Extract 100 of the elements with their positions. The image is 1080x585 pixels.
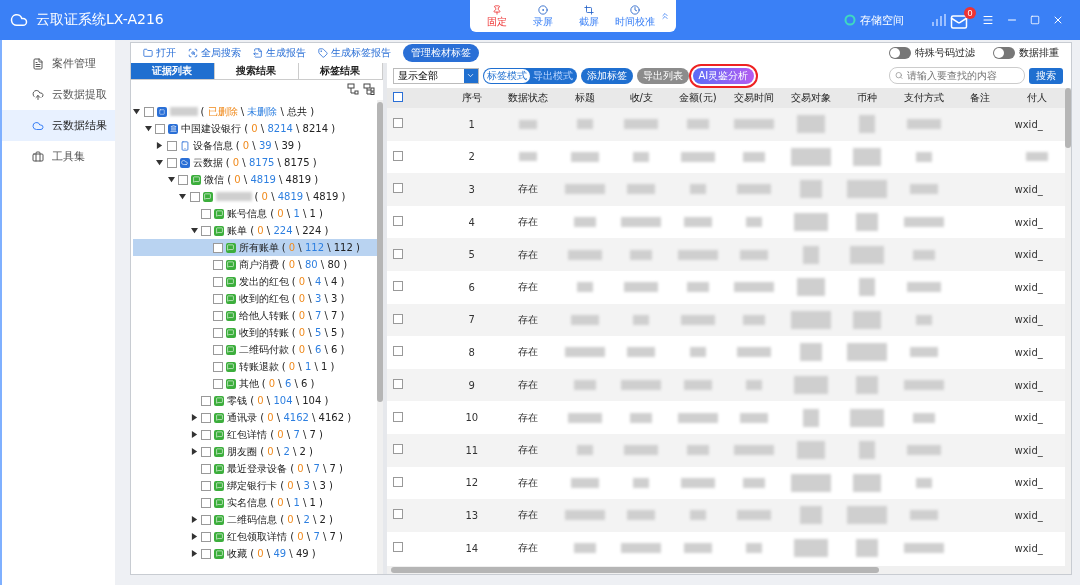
node-label[interactable]: 账单 ( 0 \ 224 \ 224 ): [227, 223, 329, 238]
node-label[interactable]: 二维码信息 ( 0 \ 2 \ 2 ): [227, 512, 333, 527]
table-row[interactable]: 3 存在 wxid_: [386, 173, 1065, 206]
column-header[interactable]: 交易时间: [726, 91, 783, 105]
row-checkbox[interactable]: [392, 444, 403, 455]
tree-node[interactable]: 其他 ( 0 \ 6 \ 6 ): [132, 375, 377, 392]
tree-node[interactable]: 给他人转账 ( 0 \ 7 \ 7 ): [132, 307, 377, 324]
tree-node[interactable]: 发出的红包 ( 0 \ 4 \ 4 ): [132, 273, 377, 290]
tree-node[interactable]: 账单 ( 0 \ 224 \ 224 ): [132, 222, 377, 239]
action-button[interactable]: 添加标签: [580, 67, 633, 84]
scrollbar[interactable]: [386, 566, 1065, 574]
node-label[interactable]: 红包详情 ( 0 \ 7 \ 7 ): [227, 427, 323, 442]
node-label[interactable]: 收到的转账 ( 0 \ 5 \ 5 ): [238, 325, 345, 340]
checkbox[interactable]: [201, 395, 211, 406]
scrollbar[interactable]: [376, 100, 383, 574]
caret-icon[interactable]: [156, 142, 163, 149]
row-checkbox[interactable]: [392, 476, 403, 487]
row-checkbox[interactable]: [392, 150, 403, 161]
capture-button[interactable]: 录屏: [522, 5, 564, 27]
row-checkbox[interactable]: [392, 542, 403, 552]
tree-node[interactable]: 二维码信息 ( 0 \ 2 \ 2 ): [132, 511, 377, 528]
column-header[interactable]: 支付方式: [895, 91, 952, 105]
tree-node[interactable]: 商户消费 ( 0 \ 80 \ 80 ): [132, 256, 377, 273]
node-label[interactable]: 二维码付款 ( 0 \ 6 \ 6 ): [238, 342, 345, 357]
checkbox[interactable]: [143, 106, 154, 117]
caret-icon[interactable]: [190, 414, 198, 421]
column-header[interactable]: 交易对象: [782, 91, 839, 105]
node-label[interactable]: 云数据 ( 0 \ 8175 \ 8175 ): [192, 155, 317, 170]
checkbox[interactable]: [155, 123, 165, 134]
node-label[interactable]: 最近登录设备 ( 0 \ 7 \ 7 ): [227, 461, 343, 476]
node-label[interactable]: 发出的红包 ( 0 \ 4 \ 4 ): [238, 274, 345, 289]
node-label[interactable]: 朋友圈 ( 0 \ 2 \ 2 ): [227, 444, 313, 459]
checkbox[interactable]: [212, 242, 223, 253]
checkbox[interactable]: [212, 361, 223, 372]
node-label[interactable]: 绑定银行卡 ( 0 \ 3 \ 3 ): [227, 478, 333, 493]
column-header[interactable]: 数据状态: [500, 91, 557, 105]
node-label[interactable]: 通讯录 ( 0 \ 4162 \ 4162 ): [227, 410, 352, 425]
toolbar-button[interactable]: 打开: [142, 46, 176, 60]
node-label[interactable]: 微信 ( 0 \ 4819 \ 4819 ): [204, 172, 319, 187]
node-label[interactable]: 中国建设银行 ( 0 \ 8214 \ 8214 ): [181, 121, 336, 136]
node-label[interactable]: ( 0 \ 4819 \ 4819 ): [254, 191, 346, 202]
tree-node[interactable]: 朋友圈 ( 0 \ 2 \ 2 ): [132, 443, 377, 460]
sidebar-item[interactable]: 云数据提取: [2, 79, 115, 110]
table-row[interactable]: 5 存在 wxid_: [386, 238, 1065, 271]
caret-icon[interactable]: [179, 193, 186, 200]
row-checkbox[interactable]: [392, 216, 403, 227]
row-checkbox[interactable]: [392, 346, 403, 357]
tree-node[interactable]: 绑定银行卡 ( 0 \ 3 \ 3 ): [132, 477, 377, 494]
node-label[interactable]: 所有账单 ( 0 \ 112 \ 112 ): [238, 240, 360, 255]
caret-icon[interactable]: [144, 125, 152, 132]
caret-icon[interactable]: [190, 550, 198, 557]
row-checkbox[interactable]: [392, 183, 403, 194]
table-row[interactable]: 13 存在 wxid_: [386, 499, 1065, 532]
tree-node[interactable]: ( 0 \ 4819 \ 4819 ): [132, 188, 377, 205]
scrollbar[interactable]: [1065, 88, 1071, 574]
row-checkbox[interactable]: [392, 411, 403, 422]
sidebar-item[interactable]: 云数据结果: [2, 110, 115, 141]
node-label[interactable]: 商户消费 ( 0 \ 80 \ 80 ): [238, 257, 348, 272]
row-checkbox[interactable]: [392, 509, 403, 520]
manage-tags-button[interactable]: 管理检材标签: [402, 44, 479, 62]
node-label[interactable]: 其他 ( 0 \ 6 \ 6 ): [238, 376, 315, 391]
checkbox[interactable]: [201, 412, 211, 423]
checkbox[interactable]: [201, 531, 211, 542]
sidebar-item[interactable]: 案件管理: [2, 48, 115, 79]
tree-node[interactable]: 转账退款 ( 0 \ 1 \ 1 ): [132, 358, 377, 375]
row-checkbox[interactable]: [392, 379, 403, 390]
checkbox[interactable]: [178, 174, 188, 185]
caret-icon[interactable]: [133, 108, 140, 115]
row-checkbox[interactable]: [392, 313, 403, 324]
tree-node[interactable]: 收到的转账 ( 0 \ 5 \ 5 ): [132, 324, 377, 341]
node-label[interactable]: 账号信息 ( 0 \ 1 \ 1 ): [227, 206, 323, 221]
column-header[interactable]: 备注: [952, 91, 1009, 105]
node-label[interactable]: 红包领取详情 ( 0 \ 7 \ 7 ): [227, 529, 343, 544]
tree-node[interactable]: 收到的红包 ( 0 \ 3 \ 3 ): [132, 290, 377, 307]
checkbox[interactable]: [201, 429, 211, 440]
tree-node[interactable]: 设备信息 ( 0 \ 39 \ 39 ): [132, 137, 377, 154]
caret-icon[interactable]: [190, 516, 198, 523]
tree-node[interactable]: 收藏 ( 0 \ 49 \ 49 ): [132, 545, 377, 562]
column-header[interactable]: 付人: [1008, 91, 1065, 105]
search-field[interactable]: 请输入要查找的内容: [889, 67, 1025, 84]
mail-button[interactable]: 0: [946, 7, 976, 33]
caret-icon[interactable]: [190, 431, 198, 438]
tree-node[interactable]: 红包领取详情 ( 0 \ 7 \ 7 ): [132, 528, 377, 545]
node-label[interactable]: 收藏 ( 0 \ 49 \ 49 ): [227, 546, 316, 561]
tree-node[interactable]: ( 已删除 \ 未删除 \ 总共 ): [132, 103, 377, 120]
capture-button[interactable]: 固定: [476, 5, 518, 27]
expand-all-icon[interactable]: [362, 83, 375, 95]
checkbox[interactable]: [212, 293, 223, 304]
checkbox[interactable]: [201, 208, 211, 219]
row-checkbox[interactable]: [392, 248, 403, 259]
node-label[interactable]: 设备信息 ( 0 \ 39 \ 39 ): [192, 138, 302, 153]
caret-icon[interactable]: [156, 159, 163, 166]
caret-icon[interactable]: [167, 176, 175, 183]
checkbox[interactable]: [212, 276, 223, 287]
node-label[interactable]: 零钱 ( 0 \ 104 \ 104 ): [227, 393, 329, 408]
node-label[interactable]: 收到的红包 ( 0 \ 3 \ 3 ): [238, 291, 345, 306]
checkbox[interactable]: [201, 548, 211, 559]
toggle-switch[interactable]: [889, 47, 911, 59]
filter-dropdown[interactable]: 显示全部: [392, 67, 479, 84]
tree-node[interactable]: 所有账单 ( 0 \ 112 \ 112 ): [132, 239, 377, 256]
